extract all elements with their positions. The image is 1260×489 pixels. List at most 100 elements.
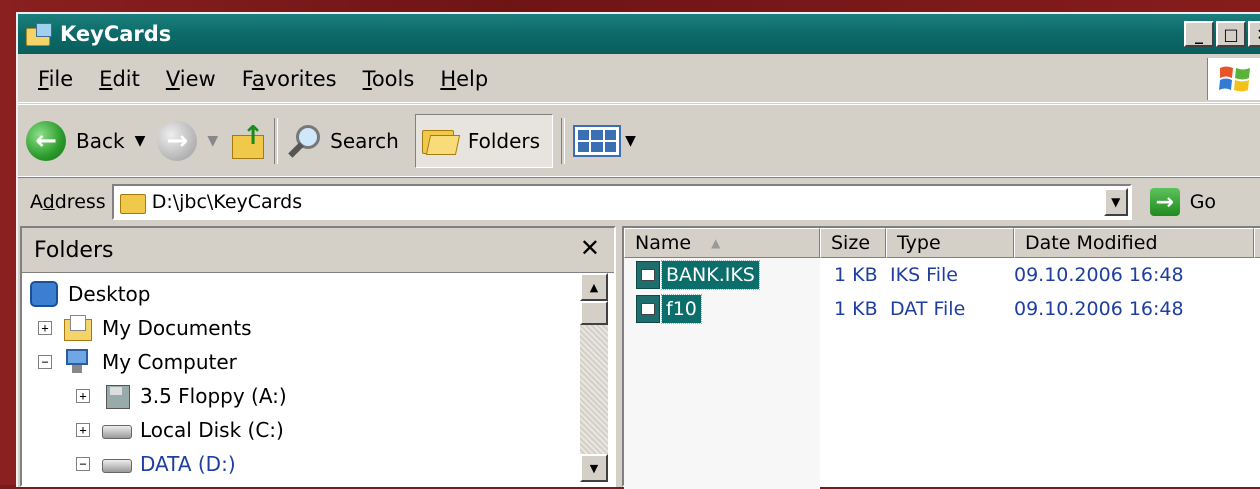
standard-toolbar: ← Back ▼ → ▼ ↑ Search Folders ▼ <box>18 104 1260 178</box>
floppy-drive-icon <box>102 383 130 409</box>
file-list-header: Name ▲ Size Type Date Modified <box>624 228 1260 258</box>
file-date-modified: 09.10.2006 16:48 <box>1014 264 1184 286</box>
expand-icon[interactable]: + <box>76 389 90 403</box>
address-input[interactable]: D:\jbc\KeyCards ▼ <box>111 184 1132 220</box>
file-name-cell: f10 <box>624 294 820 324</box>
desktop-icon <box>30 281 58 307</box>
maximize-button[interactable]: □ <box>1216 21 1246 47</box>
column-header-name[interactable]: Name ▲ <box>624 228 820 258</box>
menu-help-label: elp <box>456 67 489 91</box>
go-button[interactable]: → Go <box>1149 188 1216 216</box>
menu-edit-accel: E <box>99 67 113 91</box>
scroll-thumb[interactable] <box>580 301 608 325</box>
menu-favorites-accel: a <box>251 67 265 91</box>
menu-favorites-pre: F <box>241 67 252 91</box>
file-name-cell: BANK.IKS <box>624 260 820 290</box>
menu-help[interactable]: Help <box>427 67 501 91</box>
file-type: DAT File <box>890 298 966 320</box>
tree-item-desktop[interactable]: Desktop <box>30 281 150 307</box>
explorer-window: KeyCards _ □ ✕ File Edit View Favorites … <box>16 12 1260 489</box>
collapse-icon[interactable]: − <box>38 355 52 369</box>
tree-item-label: Local Disk (C:) <box>140 418 284 442</box>
address-label: Address <box>30 191 106 213</box>
search-button[interactable]: Search <box>286 113 399 169</box>
file-size: 1 KB <box>834 264 878 286</box>
address-dropdown-button[interactable]: ▼ <box>1103 188 1128 216</box>
file-row[interactable]: f10 1 KB DAT File 09.10.2006 16:48 <box>624 292 1260 326</box>
folders-pane-header: Folders ✕ <box>22 228 614 273</box>
window-title: KeyCards <box>60 22 172 46</box>
forward-button[interactable]: → ▼ <box>157 113 230 169</box>
views-button[interactable]: ▼ <box>573 113 648 169</box>
search-label: Search <box>330 129 399 153</box>
menu-file[interactable]: File <box>18 67 86 91</box>
folders-scrollbar[interactable]: ▲ ▼ <box>580 273 608 482</box>
menu-favorites[interactable]: Favorites <box>229 67 350 91</box>
column-date-label: Date Modified <box>1025 232 1158 254</box>
views-dropdown-icon[interactable]: ▼ <box>625 133 636 149</box>
file-name: BANK.IKS <box>661 260 760 290</box>
file-name: f10 <box>661 294 702 324</box>
folders-pane: Folders ✕ Desktop + My Documents − My Co… <box>20 226 616 487</box>
close-pane-button[interactable]: ✕ <box>580 234 600 262</box>
tree-item-my-computer[interactable]: − My Computer <box>38 349 237 375</box>
go-arrow-icon: → <box>1149 188 1180 216</box>
forward-arrow-icon: → <box>157 121 198 161</box>
menu-favorites-label: vorites <box>264 67 337 91</box>
tree-item-label: My Documents <box>102 316 252 340</box>
file-icon <box>636 295 660 323</box>
column-header-size[interactable]: Size <box>820 228 886 258</box>
menu-file-label: ile <box>48 67 74 91</box>
search-icon <box>286 123 322 159</box>
collapse-icon[interactable]: − <box>76 457 90 471</box>
folder-tree: Desktop + My Documents − My Computer + 3… <box>22 273 614 486</box>
file-date-modified: 09.10.2006 16:48 <box>1014 298 1184 320</box>
menu-tools-accel: T <box>362 67 372 91</box>
file-icon <box>636 261 660 289</box>
file-size: 1 KB <box>834 298 878 320</box>
menu-help-accel: H <box>440 67 457 91</box>
back-dropdown-icon[interactable]: ▼ <box>135 133 146 149</box>
menu-view[interactable]: View <box>153 67 229 91</box>
column-header-extra[interactable] <box>1254 228 1260 258</box>
column-header-type[interactable]: Type <box>886 228 1014 258</box>
hard-disk-icon <box>102 451 132 477</box>
minimize-button[interactable]: _ <box>1184 21 1214 47</box>
close-window-button[interactable]: ✕ <box>1248 21 1260 47</box>
menu-file-accel: F <box>38 67 49 91</box>
forward-dropdown-icon[interactable]: ▼ <box>207 133 218 149</box>
back-button[interactable]: ← Back ▼ <box>18 113 157 169</box>
windows-logo-icon <box>1207 58 1260 100</box>
expand-icon[interactable]: + <box>38 321 52 335</box>
file-type: IKS File <box>890 264 958 286</box>
tree-item-data-d[interactable]: − DATA (D:) <box>76 451 236 477</box>
tree-item-local-disk-c[interactable]: + Local Disk (C:) <box>76 417 284 443</box>
folders-pane-title: Folders <box>34 237 114 263</box>
up-folder-icon: ↑ <box>230 123 266 159</box>
tree-item-label: Desktop <box>68 282 151 306</box>
scroll-down-button[interactable]: ▼ <box>580 454 608 482</box>
column-type-label: Type <box>897 232 941 254</box>
scroll-up-button[interactable]: ▲ <box>580 273 608 301</box>
address-bar: Address D:\jbc\KeyCards ▼ → Go <box>18 176 1260 227</box>
file-list: Name ▲ Size Type Date Modified BANK.IKS … <box>622 226 1260 489</box>
up-folder-button[interactable]: ↑ <box>230 113 266 169</box>
menu-edit[interactable]: Edit <box>86 67 153 91</box>
views-icon <box>573 125 622 157</box>
window-controls: _ □ ✕ <box>1184 21 1260 47</box>
folder-icon <box>119 192 146 214</box>
folders-button[interactable]: Folders <box>414 114 554 168</box>
title-bar[interactable]: KeyCards _ □ ✕ <box>18 14 1260 54</box>
tree-item-floppy[interactable]: + 3.5 Floppy (A:) <box>76 383 287 409</box>
menu-tools[interactable]: Tools <box>350 67 428 91</box>
tree-item-label: 3.5 Floppy (A:) <box>140 384 287 408</box>
my-documents-icon <box>64 315 92 341</box>
column-header-date-modified[interactable]: Date Modified <box>1014 228 1254 258</box>
tree-item-label: My Computer <box>102 350 237 374</box>
tree-item-my-documents[interactable]: + My Documents <box>38 315 251 341</box>
menu-tools-label: ools <box>371 67 415 91</box>
my-computer-icon <box>64 349 92 375</box>
menu-bar: File Edit View Favorites Tools Help <box>18 56 1260 103</box>
file-row[interactable]: BANK.IKS 1 KB IKS File 09.10.2006 16:48 <box>624 258 1260 292</box>
expand-icon[interactable]: + <box>76 423 90 437</box>
